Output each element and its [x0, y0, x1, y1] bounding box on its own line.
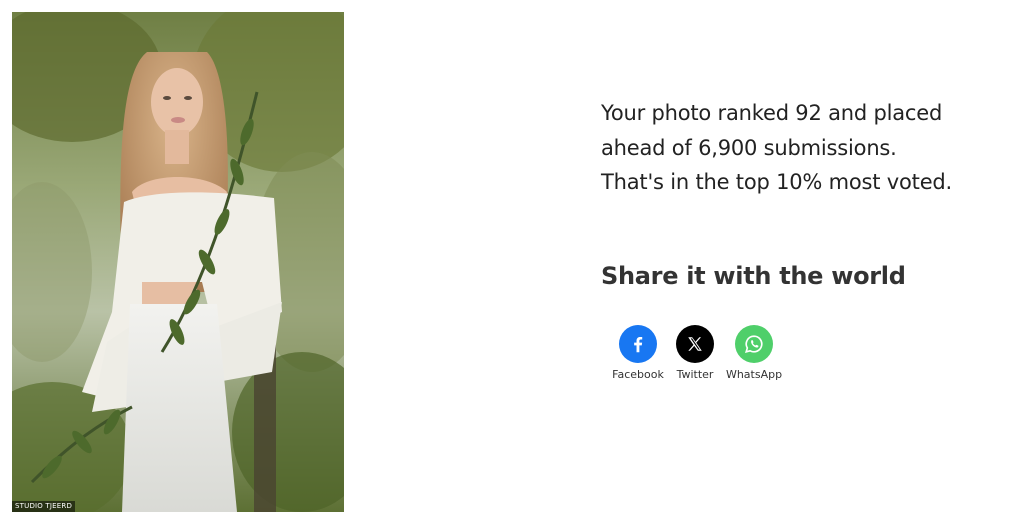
page: STUDIO TJEERD Your photo ranked 92 and p… — [0, 0, 1024, 524]
ranking-line-3: That's in the top 10% most voted. — [601, 170, 953, 194]
facebook-icon[interactable] — [619, 325, 657, 363]
ranking-summary: Your photo ranked 92 and placed ahead of… — [601, 96, 1001, 200]
share-facebook-label: Facebook — [612, 368, 664, 381]
share-facebook-button[interactable]: Facebook — [609, 325, 667, 381]
share-heading: Share it with the world — [601, 262, 906, 290]
ranking-line-1: Your photo ranked 92 and placed — [601, 101, 943, 125]
share-twitter-button[interactable]: Twitter — [667, 325, 723, 381]
share-whatsapp-button[interactable]: WhatsApp — [723, 325, 785, 381]
share-whatsapp-label: WhatsApp — [725, 368, 783, 381]
share-twitter-label: Twitter — [676, 368, 714, 381]
ranking-line-2: ahead of 6,900 submissions. — [601, 135, 897, 160]
contest-photo: STUDIO TJEERD — [12, 12, 344, 512]
share-buttons: Facebook Twitter WhatsApp — [609, 325, 785, 381]
x-twitter-icon[interactable] — [676, 325, 714, 363]
photo-credit: STUDIO TJEERD — [12, 501, 76, 512]
portrait-image — [12, 12, 344, 512]
whatsapp-icon[interactable] — [735, 325, 773, 363]
